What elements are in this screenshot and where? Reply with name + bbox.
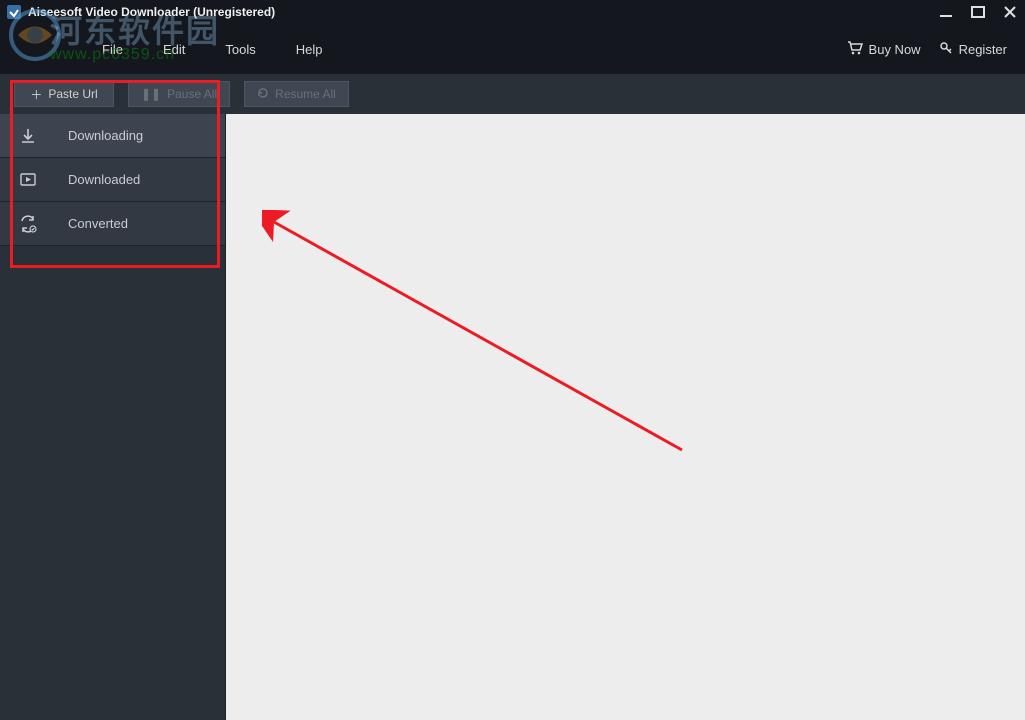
menu-file[interactable]: File [82, 36, 143, 63]
content-area [226, 114, 1025, 720]
minimize-button[interactable] [937, 3, 955, 21]
paste-url-button[interactable]: ＋ Paste Url [14, 81, 114, 107]
sidebar-item-downloaded[interactable]: Downloaded [0, 158, 225, 202]
sidebar-item-downloading[interactable]: Downloading [0, 114, 225, 158]
sidebar-item-converted[interactable]: Converted [0, 202, 225, 246]
window-title: Aiseesoft Video Downloader (Unregistered… [28, 5, 275, 19]
register-button[interactable]: Register [939, 41, 1007, 58]
watermark-logo-icon [8, 8, 62, 62]
menu-help[interactable]: Help [276, 36, 343, 63]
buy-now-label: Buy Now [869, 42, 921, 57]
cart-icon [847, 41, 863, 58]
key-icon [939, 41, 953, 58]
titlebar: Aiseesoft Video Downloader (Unregistered… [0, 0, 1025, 24]
pause-all-button[interactable]: ❚❚ Pause All [128, 81, 230, 107]
body-area: Downloading Downloaded Converted [0, 114, 1025, 720]
sidebar-downloading-label: Downloading [68, 128, 143, 143]
resume-all-button[interactable]: Resume All [244, 81, 349, 107]
buy-now-button[interactable]: Buy Now [847, 41, 921, 58]
sidebar: Downloading Downloaded Converted [0, 114, 226, 720]
plus-icon: ＋ [30, 86, 42, 103]
convert-icon [16, 215, 40, 233]
resume-all-label: Resume All [275, 87, 336, 101]
close-button[interactable] [1001, 3, 1019, 21]
pause-icon: ❚❚ [141, 87, 161, 101]
refresh-icon [257, 87, 269, 102]
menubar: File Edit Tools Help Buy Now Register [0, 24, 1025, 74]
download-icon [16, 127, 40, 145]
toolbar: ＋ Paste Url ❚❚ Pause All Resume All [0, 74, 1025, 114]
menu-edit[interactable]: Edit [143, 36, 205, 63]
sidebar-converted-label: Converted [68, 216, 128, 231]
pause-all-label: Pause All [167, 87, 217, 101]
maximize-button[interactable] [969, 3, 987, 21]
menu-tools[interactable]: Tools [205, 36, 275, 63]
register-label: Register [959, 42, 1007, 57]
sidebar-downloaded-label: Downloaded [68, 172, 140, 187]
video-file-icon [16, 171, 40, 189]
paste-url-label: Paste Url [48, 87, 97, 101]
